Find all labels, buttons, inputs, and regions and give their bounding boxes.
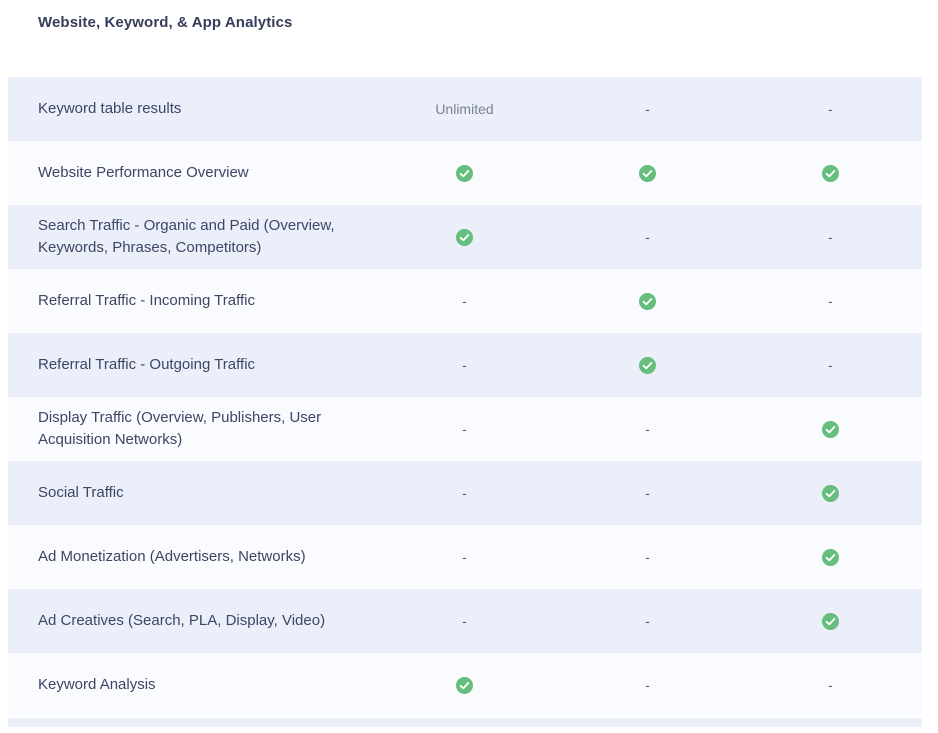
plan-value-cell: -: [739, 293, 922, 309]
plan-value-cell: -: [556, 101, 739, 117]
feature-label: Social Traffic: [8, 472, 373, 514]
plan-value-cell: -: [373, 421, 556, 437]
check-icon: [822, 549, 839, 566]
feature-label: Ad Monetization (Advertisers, Networks): [8, 536, 373, 578]
dash-value: -: [462, 357, 467, 373]
plan-value-cell: -: [739, 677, 922, 693]
plan-value-cell: -: [373, 293, 556, 309]
table-row: Ad Monetization (Advertisers, Networks) -…: [8, 525, 922, 589]
check-icon: [456, 677, 473, 694]
plan-value-cell: -: [739, 229, 922, 245]
feature-label: Website Performance Overview: [8, 152, 373, 194]
plan-value-cell: [373, 677, 556, 694]
feature-label: Keyword table results: [8, 88, 373, 130]
plan-value-cell: -: [556, 613, 739, 629]
plan-value-cell: [739, 613, 922, 630]
dash-value: -: [828, 677, 833, 693]
check-icon: [639, 165, 656, 182]
table-row: Search Traffic - Organic and Paid (Overv…: [8, 205, 922, 269]
table-row: Referral Traffic - Outgoing Traffic - -: [8, 333, 922, 397]
plan-value-cell: [556, 357, 739, 374]
plan-value-cell: -: [556, 229, 739, 245]
check-icon: [639, 357, 656, 374]
dash-value: -: [462, 613, 467, 629]
plan-value-cell: [556, 165, 739, 182]
plan-value-cell: [373, 165, 556, 182]
plan-value-cell: [739, 421, 922, 438]
feature-comparison-table: Keyword table results Unlimited - - Website …: [8, 77, 922, 727]
plan-value-cell: [373, 229, 556, 246]
table-row: Website Performance Overview: [8, 141, 922, 205]
plan-value-cell: -: [373, 549, 556, 565]
dash-value: -: [645, 421, 650, 437]
dash-value: -: [462, 421, 467, 437]
table-row: Display Traffic (Overview, Publishers, U…: [8, 397, 922, 461]
plan-value-cell: -: [556, 421, 739, 437]
plan-value-cell: Unlimited: [373, 101, 556, 117]
check-icon: [456, 165, 473, 182]
check-icon: [639, 293, 656, 310]
plan-value-cell: -: [373, 485, 556, 501]
plan-value-cell: -: [556, 549, 739, 565]
plan-value-cell: -: [556, 677, 739, 693]
pricing-feature-comparison: Website, Keyword, & App Analytics Keywor…: [0, 14, 938, 733]
plan-value-cell: -: [739, 101, 922, 117]
plan-value-cell: -: [373, 613, 556, 629]
dash-value: -: [645, 485, 650, 501]
feature-label: Referral Traffic - Incoming Traffic: [8, 280, 373, 322]
check-icon: [456, 229, 473, 246]
dash-value: -: [828, 229, 833, 245]
plan-value-cell: [739, 549, 922, 566]
plan-value-cell: [739, 485, 922, 502]
table-row: Keyword table results Unlimited - -: [8, 77, 922, 141]
check-icon: [822, 421, 839, 438]
feature-label: Display Traffic (Overview, Publishers, U…: [8, 397, 373, 461]
feature-label: Keyword Analysis: [8, 664, 373, 706]
dash-value: -: [645, 613, 650, 629]
feature-label: Search Traffic - Organic and Paid (Overv…: [8, 205, 373, 269]
table-row-partial: [8, 718, 922, 727]
dash-value: -: [462, 485, 467, 501]
table-row: Keyword Analysis - -: [8, 653, 922, 717]
dash-value: -: [462, 549, 467, 565]
dash-value: -: [645, 549, 650, 565]
dash-value: -: [645, 101, 650, 117]
dash-value: -: [462, 293, 467, 309]
table-row: Referral Traffic - Incoming Traffic - -: [8, 269, 922, 333]
table-row: Ad Creatives (Search, PLA, Display, Vide…: [8, 589, 922, 653]
dash-value: -: [828, 293, 833, 309]
table-row: Social Traffic - -: [8, 461, 922, 525]
plan-value-cell: -: [373, 357, 556, 373]
text-value: Unlimited: [435, 101, 493, 117]
check-icon: [822, 485, 839, 502]
plan-value-cell: -: [556, 485, 739, 501]
feature-label: Referral Traffic - Outgoing Traffic: [8, 344, 373, 386]
dash-value: -: [828, 357, 833, 373]
check-icon: [822, 165, 839, 182]
plan-value-cell: -: [739, 357, 922, 373]
plan-value-cell: [556, 293, 739, 310]
feature-label: Ad Creatives (Search, PLA, Display, Vide…: [8, 600, 373, 642]
dash-value: -: [645, 677, 650, 693]
section-title: Website, Keyword, & App Analytics: [38, 14, 938, 31]
dash-value: -: [828, 101, 833, 117]
check-icon: [822, 613, 839, 630]
plan-value-cell: [739, 165, 922, 182]
dash-value: -: [645, 229, 650, 245]
